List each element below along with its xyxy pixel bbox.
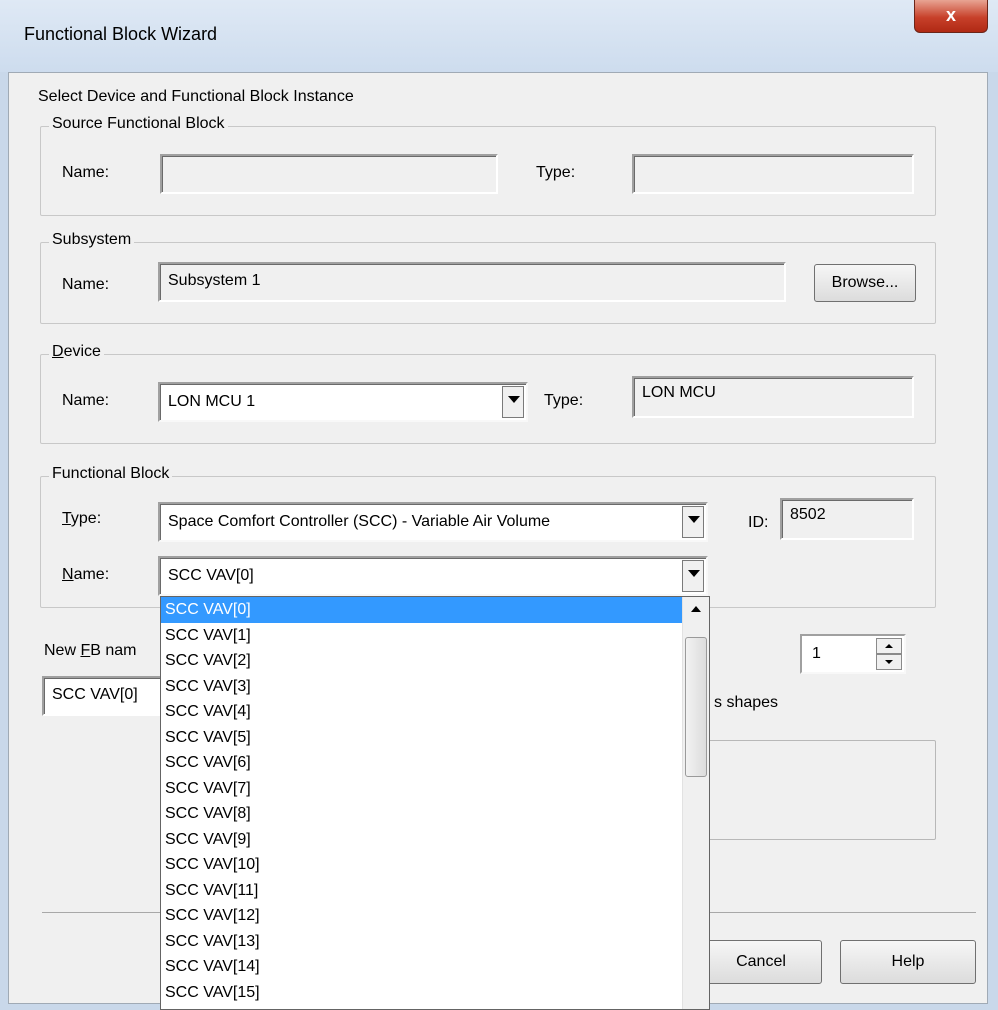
instructions-text: Select Device and Functional Block Insta… [38, 88, 354, 105]
window-title: Functional Block Wizard [24, 24, 218, 44]
fb-type-value: Space Comfort Controller (SCC) - Variabl… [168, 513, 551, 530]
fb-name-combobox[interactable]: SCC VAV[0] [158, 556, 708, 596]
cancel-button[interactable]: Cancel [700, 940, 822, 984]
fb-type-combobox[interactable]: Space Comfort Controller (SCC) - Variabl… [158, 502, 708, 542]
source-fb-name-label: Name: [62, 164, 110, 181]
instance-count-spinner[interactable]: 1 [800, 634, 906, 674]
help-button-label: Help [891, 953, 925, 970]
source-fb-type-field[interactable] [632, 154, 914, 194]
scroll-up-icon[interactable] [683, 597, 709, 621]
source-fb-name-field[interactable] [160, 154, 498, 194]
close-button[interactable]: x [914, 0, 988, 33]
dropdown-scrollbar[interactable] [682, 597, 709, 1009]
dropdown-item[interactable]: SCC VAV[9] [161, 827, 709, 853]
subsystem-name-label: Name: [62, 276, 110, 293]
fb-name-dropdown-list[interactable]: SCC VAV[0] SCC VAV[1] SCC VAV[2] SCC VAV[3]… [160, 596, 710, 1010]
dropdown-item[interactable]: SCC VAV[4] [161, 699, 709, 725]
shapes-option-label: s shapes [714, 694, 779, 711]
help-button[interactable]: Help [840, 940, 976, 984]
close-icon: x [945, 5, 956, 25]
cancel-button-label: Cancel [736, 953, 786, 970]
new-fb-name-label: New FB nam [44, 642, 137, 659]
functional-block-legend: Functional Block [49, 465, 173, 483]
dropdown-item[interactable]: SCC VAV[1] [161, 623, 709, 649]
browse-button[interactable]: Browse... [814, 264, 916, 302]
new-fb-name-field[interactable]: SCC VAV[0] [42, 676, 172, 716]
dropdown-item[interactable]: SCC VAV[3] [161, 674, 709, 700]
chevron-down-icon[interactable] [682, 560, 704, 592]
dropdown-item[interactable]: SCC VAV[7] [161, 776, 709, 802]
chevron-down-icon[interactable] [682, 506, 704, 538]
device-type-label: Type: [544, 392, 584, 409]
device-name-value: LON MCU 1 [168, 393, 256, 410]
fb-name-value: SCC VAV[0] [168, 567, 254, 584]
scroll-thumb[interactable] [685, 637, 707, 777]
device-legend: Device [49, 343, 104, 361]
device-type-field[interactable]: LON MCU [632, 376, 914, 418]
dropdown-item[interactable]: SCC VAV[13] [161, 929, 709, 955]
fb-id-field[interactable]: 8502 [780, 498, 914, 540]
fb-name-label: Name: [62, 566, 110, 583]
dropdown-item[interactable]: SCC VAV[8] [161, 801, 709, 827]
dropdown-item[interactable]: SCC VAV[12] [161, 903, 709, 929]
chevron-down-icon[interactable] [502, 386, 524, 418]
dropdown-item[interactable]: SCC VAV[14] [161, 954, 709, 980]
preview-box [700, 740, 936, 840]
dropdown-item[interactable]: SCC VAV[10] [161, 852, 709, 878]
subsystem-legend: Subsystem [49, 231, 135, 249]
instance-count-value: 1 [812, 645, 821, 662]
subsystem-name-field[interactable]: Subsystem 1 [158, 262, 786, 302]
fb-type-label: Type: [62, 510, 102, 527]
dropdown-item[interactable]: SCC VAV[2] [161, 648, 709, 674]
dropdown-item[interactable]: SCC VAV[6] [161, 750, 709, 776]
dropdown-item[interactable]: SCC VAV[15] [161, 980, 709, 1006]
source-fb-legend: Source Functional Block [49, 115, 228, 133]
device-name-combobox[interactable]: LON MCU 1 [158, 382, 528, 422]
spin-down-icon[interactable] [876, 654, 902, 670]
dropdown-items: SCC VAV[0] SCC VAV[1] SCC VAV[2] SCC VAV[3]… [161, 597, 709, 1005]
spin-up-icon[interactable] [876, 638, 902, 654]
browse-button-label: Browse... [831, 274, 899, 291]
device-name-label: Name: [62, 392, 110, 409]
dropdown-item[interactable]: SCC VAV[5] [161, 725, 709, 751]
fb-id-label: ID: [748, 514, 769, 531]
new-fb-name-label-tail: nam [105, 642, 137, 659]
source-fb-type-label: Type: [536, 164, 576, 181]
dropdown-item[interactable]: SCC VAV[0] [161, 597, 709, 623]
dropdown-item[interactable]: SCC VAV[11] [161, 878, 709, 904]
